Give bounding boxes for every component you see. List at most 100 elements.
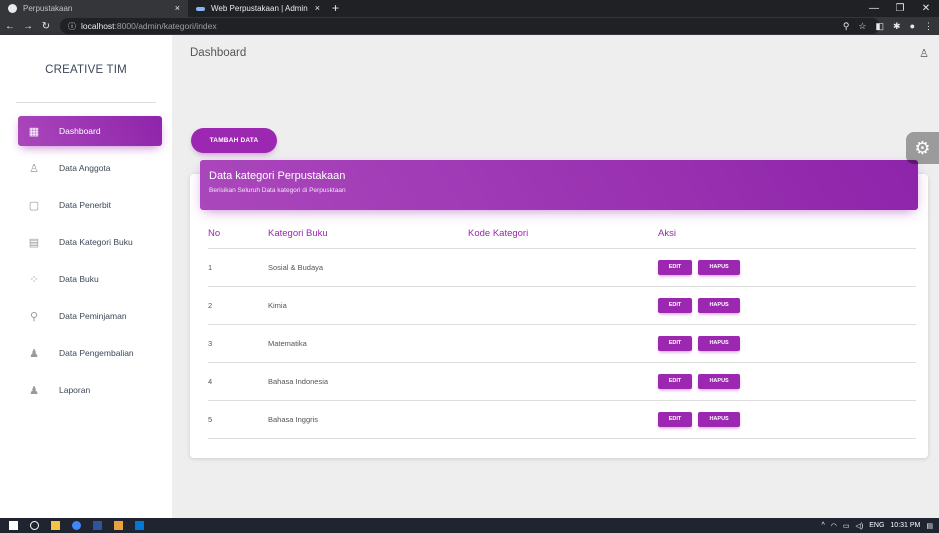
favicon-icon xyxy=(196,6,205,11)
sidebar-item-data-kategori-buku[interactable]: ▤ Data Kategori Buku xyxy=(18,227,162,257)
edit-button[interactable]: EDIT xyxy=(658,373,692,389)
chrome-icon[interactable] xyxy=(72,521,81,530)
edit-button[interactable]: EDIT xyxy=(658,259,692,275)
bookmark-star-icon[interactable]: ☆ xyxy=(858,21,866,32)
close-tab-icon[interactable]: × xyxy=(315,3,320,13)
search-icon[interactable] xyxy=(30,521,39,530)
cell-kategori: Kimia xyxy=(268,286,468,325)
sidebar-item-data-pengembalian[interactable]: ♟ Data Pengembalian xyxy=(18,338,162,368)
file-explorer-icon[interactable] xyxy=(51,521,60,530)
browser-tab-admin[interactable]: Web Perpustakaan | Admin × xyxy=(188,0,328,17)
cell-kategori: Sosial & Budaya xyxy=(268,248,468,287)
sidebar-nav: ▦ Dashboard ♙ Data Anggota ▢ Data Penerb… xyxy=(0,105,172,405)
notifications-icon: ♟ xyxy=(29,384,39,397)
column-header-kategori: Kategori Buku xyxy=(268,220,468,249)
table-row: 1 Sosial & Budaya EDIT HAPUS xyxy=(208,248,916,287)
url-path: :8000/admin/kategori/index xyxy=(114,21,217,31)
zoom-icon[interactable]: ⚲ xyxy=(843,21,850,32)
table-row: 2 Kimia EDIT HAPUS xyxy=(208,286,916,325)
chevron-up-icon[interactable]: ^ xyxy=(821,522,824,529)
back-icon[interactable]: ← xyxy=(2,21,18,32)
hapus-button[interactable]: HAPUS xyxy=(698,373,741,389)
tambah-data-button[interactable]: TAMBAH DATA xyxy=(191,128,277,153)
sublime-icon[interactable] xyxy=(114,521,123,530)
user-icon[interactable]: ♙ xyxy=(919,47,929,60)
close-tab-icon[interactable]: × xyxy=(175,3,180,13)
close-window-icon[interactable]: ✕ xyxy=(913,0,939,17)
table-row: 4 Bahasa Indonesia EDIT HAPUS xyxy=(208,362,916,401)
location-icon: ⚲ xyxy=(29,310,39,323)
windows-start-icon[interactable] xyxy=(9,521,18,530)
column-header-aksi: Aksi xyxy=(658,220,916,249)
sidebar: CREATIVE TIM ▦ Dashboard ♙ Data Anggota … xyxy=(0,35,172,518)
kategori-table: No Kategori Buku Kode Kategori Aksi 1 So… xyxy=(208,220,916,439)
tab-title: Web Perpustakaan | Admin xyxy=(211,4,308,13)
url-host: localhost xyxy=(81,21,115,31)
settings-gear-icon[interactable]: ⚙ xyxy=(906,132,939,164)
browser-tab-bar: Perpustakaan × Web Perpustakaan | Admin … xyxy=(0,0,939,17)
cell-no: 4 xyxy=(208,362,268,401)
top-navbar: Dashboard ♙ xyxy=(172,35,939,71)
extension-icon[interactable]: ◧ xyxy=(876,21,885,32)
sidebar-item-data-buku[interactable]: ⁘ Data Buku xyxy=(18,264,162,294)
sidebar-item-label: Data Pengembalian xyxy=(59,348,134,358)
sidebar-item-label: Data Anggota xyxy=(59,163,111,173)
sidebar-item-label: Data Buku xyxy=(59,274,99,284)
sidebar-item-laporan[interactable]: ♟ Laporan xyxy=(18,375,162,405)
clock[interactable]: 10:31 PM xyxy=(890,522,920,529)
url-input[interactable]: ⓘ localhost :8000/admin/kategori/index xyxy=(60,18,880,34)
globe-icon xyxy=(8,4,17,13)
vscode-icon[interactable] xyxy=(135,521,144,530)
volume-icon[interactable]: ◁) xyxy=(856,522,864,530)
cell-kategori: Matematika xyxy=(268,324,468,363)
column-header-kode: Kode Kategori xyxy=(468,220,658,249)
sidebar-item-data-penerbit[interactable]: ▢ Data Penerbit xyxy=(18,190,162,220)
table-header-row: No Kategori Buku Kode Kategori Aksi xyxy=(208,220,916,249)
new-tab-button[interactable]: + xyxy=(332,0,339,17)
language-indicator[interactable]: ENG xyxy=(869,522,884,529)
hapus-button[interactable]: HAPUS xyxy=(698,411,741,427)
kategori-card: Data kategori Perpustakaan Berisikan Sel… xyxy=(190,160,928,458)
sidebar-item-data-anggota[interactable]: ♙ Data Anggota xyxy=(18,153,162,183)
column-header-no: No xyxy=(208,220,268,249)
profile-icon[interactable]: ● xyxy=(910,21,915,31)
edit-button[interactable]: EDIT xyxy=(658,411,692,427)
card-header: Data kategori Perpustakaan Berisikan Sel… xyxy=(200,160,918,210)
screen: Perpustakaan × Web Perpustakaan | Admin … xyxy=(0,0,939,533)
menu-icon[interactable]: ⋮ xyxy=(924,21,933,32)
address-bar: ← → ↻ ⓘ localhost :8000/admin/kategori/i… xyxy=(0,17,939,35)
sidebar-item-data-peminjaman[interactable]: ⚲ Data Peminjaman xyxy=(18,301,162,331)
window-controls: — ❐ ✕ xyxy=(861,0,939,17)
cell-aksi: EDIT HAPUS xyxy=(658,362,916,401)
notification-icon[interactable]: ▤ xyxy=(926,522,933,530)
restore-icon[interactable]: ❐ xyxy=(887,0,913,17)
main-panel: Dashboard ♙ TAMBAH DATA Data kategori Pe… xyxy=(172,35,939,518)
cell-no: 3 xyxy=(208,324,268,363)
hapus-button[interactable]: HAPUS xyxy=(698,297,741,313)
reload-icon[interactable]: ↻ xyxy=(38,21,54,32)
wifi-icon[interactable]: ◠ xyxy=(831,522,837,530)
battery-icon[interactable]: ▭ xyxy=(843,522,850,530)
sidebar-item-label: Data Penerbit xyxy=(59,200,111,210)
card-subtitle: Berisikan Seluruh Data kategori di Perpu… xyxy=(209,187,346,194)
sidebar-item-dashboard[interactable]: ▦ Dashboard xyxy=(18,116,162,146)
person-icon: ♙ xyxy=(29,162,39,175)
minimize-icon[interactable]: — xyxy=(861,0,887,17)
puzzle-icon[interactable]: ✱ xyxy=(893,21,901,32)
browser-toolbar-icons: ⚲ ☆ ◧ ✱ ● ⋮ xyxy=(843,17,933,35)
edit-button[interactable]: EDIT xyxy=(658,335,692,351)
sidebar-item-label: Laporan xyxy=(59,385,91,395)
word-icon[interactable] xyxy=(93,521,102,530)
cell-aksi: EDIT HAPUS xyxy=(658,248,916,287)
page-title[interactable]: Dashboard xyxy=(190,47,246,59)
cell-kode xyxy=(468,362,658,401)
hapus-button[interactable]: HAPUS xyxy=(698,259,741,275)
browser-tab-perpustakaan[interactable]: Perpustakaan × xyxy=(0,0,188,17)
hapus-button[interactable]: HAPUS xyxy=(698,335,741,351)
brand-logo[interactable]: CREATIVE TIM xyxy=(0,35,172,105)
edit-button[interactable]: EDIT xyxy=(658,297,692,313)
info-icon[interactable]: ⓘ xyxy=(68,21,76,32)
forward-icon[interactable]: → xyxy=(20,21,36,32)
cell-kode xyxy=(468,400,658,439)
dashboard-icon: ▦ xyxy=(28,125,40,138)
